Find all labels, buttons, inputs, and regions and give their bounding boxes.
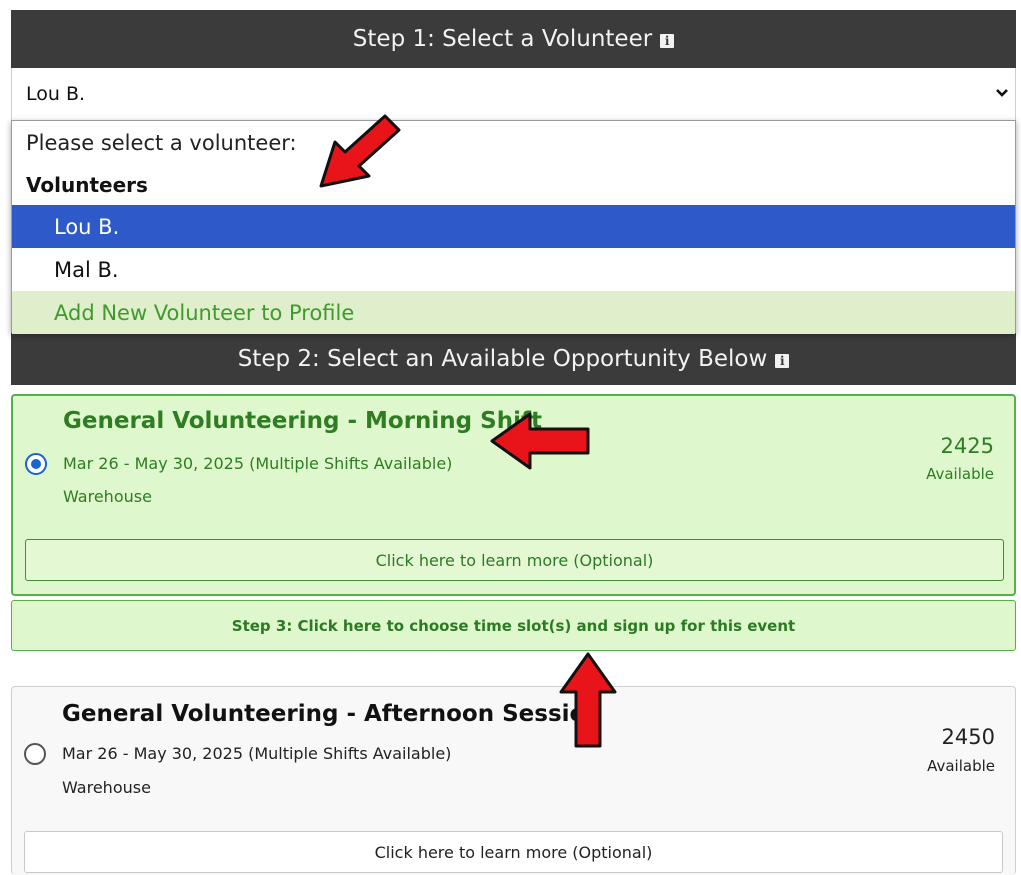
opportunity-radio[interactable]	[25, 453, 47, 475]
option-label: Add New Volunteer to Profile	[54, 300, 355, 325]
volunteer-dropdown-list: Please select a volunteer: Volunteers Lo…	[11, 120, 1016, 334]
learn-more-label: Click here to learn more (Optional)	[375, 550, 654, 570]
group-label-text: Volunteers	[26, 173, 148, 197]
option-label: Lou B.	[54, 214, 120, 239]
step2-title: Step 2: Select an Available Opportunity …	[237, 345, 768, 372]
learn-more-button[interactable]: Click here to learn more (Optional)	[25, 539, 1004, 581]
annotation-arrow-icon	[490, 412, 590, 470]
annotation-arrow-icon	[559, 652, 617, 748]
step1-header: Step 1: Select a Volunteer i	[11, 10, 1016, 68]
step1-title: Step 1: Select a Volunteer	[352, 26, 653, 52]
opportunity-card-afternoon[interactable]: General Volunteering - Afternoon Session…	[11, 686, 1016, 875]
step2-header: Step 2: Select an Available Opportunity …	[11, 326, 1016, 385]
opportunity-dates: Mar 26 - May 30, 2025 (Multiple Shifts A…	[62, 744, 452, 763]
chevron-down-icon	[996, 89, 1008, 97]
option-label: Mal B.	[54, 257, 119, 282]
volunteer-select-value: Lou B.	[26, 83, 86, 105]
learn-more-label: Click here to learn more (Optional)	[374, 842, 653, 862]
available-label: Available	[927, 757, 995, 775]
dropdown-option-lou[interactable]: Lou B.	[12, 205, 1015, 248]
opportunity-location: Warehouse	[62, 778, 151, 797]
info-icon[interactable]: i	[775, 353, 790, 368]
step3-label: Step 3: Click here to choose time slot(s…	[231, 616, 796, 635]
step3-signup-button[interactable]: Step 3: Click here to choose time slot(s…	[11, 600, 1016, 651]
dropdown-placeholder-label: Please select a volunteer:	[26, 131, 297, 155]
dropdown-group-label: Volunteers	[12, 165, 1015, 205]
dropdown-placeholder-option[interactable]: Please select a volunteer:	[12, 121, 1015, 165]
available-count: 2425	[940, 434, 994, 458]
opportunity-title: General Volunteering - Afternoon Session	[62, 701, 602, 727]
volunteer-select[interactable]: Lou B.	[11, 68, 1016, 120]
opportunity-dates: Mar 26 - May 30, 2025 (Multiple Shifts A…	[63, 454, 453, 473]
learn-more-button[interactable]: Click here to learn more (Optional)	[24, 831, 1003, 873]
info-icon[interactable]: i	[660, 34, 675, 48]
dropdown-option-mal[interactable]: Mal B.	[12, 248, 1015, 291]
available-label: Available	[926, 465, 994, 483]
annotation-arrow-icon	[319, 114, 401, 188]
opportunity-radio[interactable]	[24, 743, 46, 765]
available-count: 2450	[941, 725, 995, 749]
dropdown-option-add-volunteer[interactable]: Add New Volunteer to Profile	[12, 291, 1015, 334]
opportunity-title: General Volunteering - Morning Shift	[63, 408, 542, 434]
opportunity-location: Warehouse	[63, 487, 152, 506]
